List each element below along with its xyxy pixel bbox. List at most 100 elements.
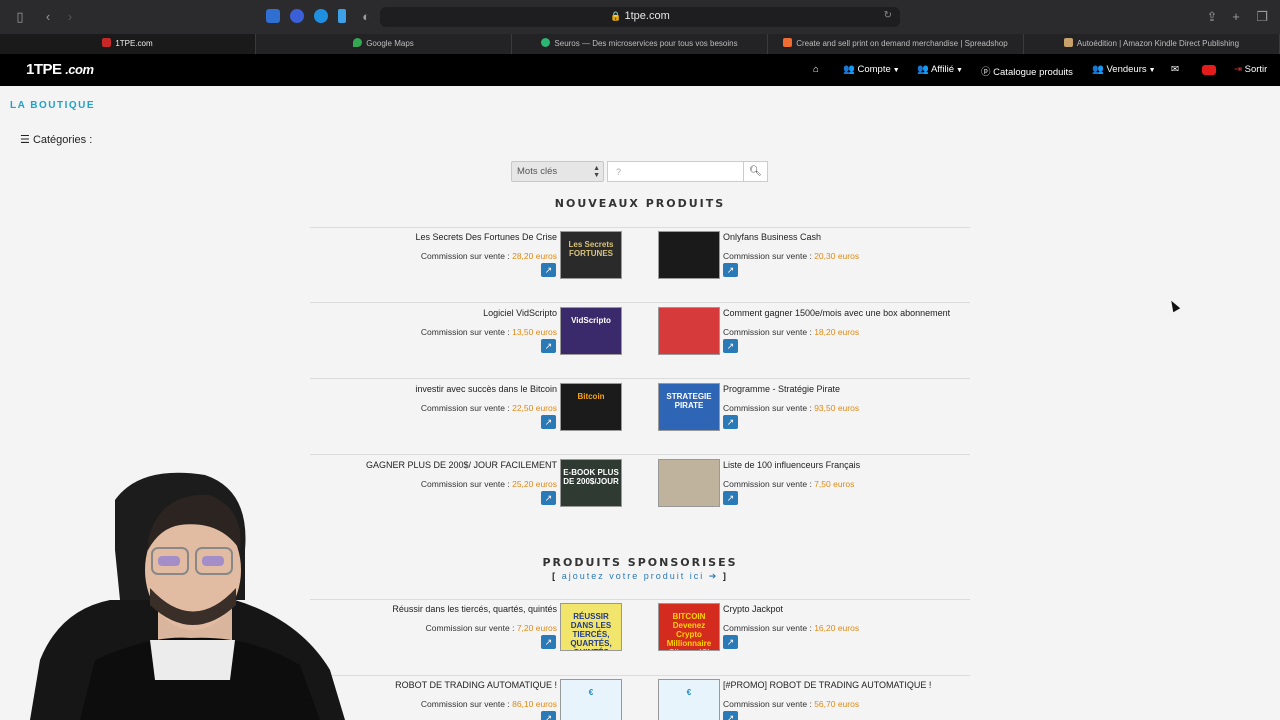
- share-icon[interactable]: ⇪: [1204, 9, 1220, 25]
- external-link-button[interactable]: ↗: [541, 263, 556, 277]
- nav-label: Sortir: [1244, 64, 1268, 75]
- external-link-button[interactable]: ↗: [723, 711, 738, 720]
- product-thumbnail[interactable]: RÉUSSIR DANS LES TIERCÉS, QUARTÉS, QUINT…: [560, 603, 622, 651]
- product-title[interactable]: Crypto Jackpot: [723, 604, 783, 614]
- product-title[interactable]: Comment gagner 1500e/mois avec une box a…: [723, 308, 950, 318]
- reload-icon[interactable]: ↻: [884, 10, 892, 21]
- envelope-icon[interactable]: ✉: [1171, 64, 1179, 75]
- external-link-button[interactable]: ↗: [723, 491, 738, 505]
- thumbnail-text: €: [588, 688, 594, 697]
- sidebar-toggle-icon[interactable]: ▯: [12, 9, 28, 25]
- commission-label: Commission sur vente :: [420, 699, 510, 709]
- product-title[interactable]: Les Secrets Des Fortunes De Crise: [415, 232, 557, 242]
- product-commission: Commission sur vente : 20,30 euros: [723, 251, 859, 261]
- product-thumbnail[interactable]: BITCOIN Devenez Crypto Millionnaire Cliq…: [658, 603, 720, 651]
- commission-price: 25,20 euros: [512, 479, 557, 489]
- back-icon[interactable]: ‹: [40, 9, 56, 25]
- external-link-button[interactable]: ↗: [541, 491, 556, 505]
- tab-spreadshop[interactable]: Create and sell print on demand merchand…: [768, 34, 1024, 54]
- tab-1tpe[interactable]: 1TPE.com: [0, 34, 256, 54]
- product-title[interactable]: Programme - Stratégie Pirate: [723, 384, 840, 394]
- external-link-button[interactable]: ↗: [541, 415, 556, 429]
- tab-kdp[interactable]: Autoédition | Amazon Kindle Direct Publi…: [1024, 34, 1280, 54]
- product-thumbnail[interactable]: VidScripto: [560, 307, 622, 355]
- tab-overview-icon[interactable]: ❐: [1254, 9, 1270, 25]
- product-commission: Commission sur vente : 22,50 euros: [421, 403, 557, 413]
- home-icon[interactable]: ⌂: [813, 64, 819, 75]
- product-title[interactable]: Onlyfans Business Cash: [723, 232, 821, 242]
- search-type-select[interactable]: Mots clés ▲ ▼: [511, 161, 604, 182]
- product-thumbnail[interactable]: E-BOOK PLUS DE 200$/JOUR: [560, 459, 622, 507]
- nav-vendeurs[interactable]: 👥 Vendeurs ▼: [1092, 64, 1156, 75]
- extension-password-icon[interactable]: [290, 9, 304, 23]
- new-tab-icon[interactable]: +: [1228, 9, 1244, 25]
- external-link-icon: ↗: [544, 341, 553, 351]
- nav-label: Catalogue produits: [993, 67, 1073, 78]
- external-link-icon: ↗: [726, 417, 735, 427]
- caret-down-icon: ▼: [892, 67, 900, 74]
- address-bar[interactable]: 🔒 1tpe.com ↻: [380, 7, 900, 27]
- product-thumbnail[interactable]: [658, 307, 720, 355]
- thumbnail-text: VidScripto: [571, 316, 611, 325]
- divider: [310, 302, 970, 303]
- product-title[interactable]: GAGNER PLUS DE 200$/ JOUR FACILEMENT: [366, 460, 557, 470]
- product-title[interactable]: ROBOT DE TRADING AUTOMATIQUE !: [395, 680, 557, 690]
- tab-label: 1TPE.com: [115, 39, 153, 48]
- external-link-icon: ↗: [544, 637, 553, 647]
- list-icon: ☰: [20, 134, 30, 146]
- product-title[interactable]: investir avec succès dans le Bitcoin: [415, 384, 557, 394]
- product-commission: Commission sur vente : 93,50 euros: [723, 403, 859, 413]
- product-commission: Commission sur vente : 7,20 euros: [426, 623, 557, 633]
- select-value: Mots clés: [517, 166, 558, 177]
- lock-icon: 🔒: [610, 11, 622, 21]
- external-link-button[interactable]: ↗: [723, 263, 738, 277]
- product-title[interactable]: Liste de 100 influenceurs Français: [723, 460, 860, 470]
- product-thumbnail[interactable]: €: [658, 679, 720, 720]
- external-link-button[interactable]: ↗: [541, 711, 556, 720]
- site-logo[interactable]: 1TPE .com: [26, 61, 94, 78]
- external-link-button[interactable]: ↗: [723, 339, 738, 353]
- product-thumbnail[interactable]: [658, 459, 720, 507]
- search-input[interactable]: ?: [607, 161, 744, 182]
- caret-down-icon: ▼: [956, 67, 963, 74]
- tab-google-maps[interactable]: Google Maps: [256, 34, 512, 54]
- commission-label: Commission sur vente :: [420, 479, 510, 489]
- nav-sortir[interactable]: ⇥ Sortir: [1234, 64, 1267, 75]
- nav-catalogue[interactable]: ⓟ Catalogue produits: [981, 64, 1073, 78]
- product-thumbnail[interactable]: STRATEGIE PIRATE: [658, 383, 720, 431]
- external-link-button[interactable]: ↗: [541, 339, 556, 353]
- section-label: LA BOUTIQUE: [10, 100, 96, 111]
- extension-w-icon[interactable]: [266, 9, 280, 23]
- commission-label: Commission sur vente :: [420, 403, 510, 413]
- product-thumbnail[interactable]: [658, 231, 720, 279]
- nav-compte[interactable]: 👥 Compte ▼: [843, 64, 900, 75]
- product-commission: Commission sur vente : 25,20 euros: [421, 479, 557, 489]
- thumbnail-text: E-BOOK PLUS DE 200$/JOUR: [563, 468, 619, 486]
- product-title[interactable]: Réussir dans les tiercés, quartés, quint…: [392, 604, 557, 614]
- thumbnail-text: RÉUSSIR DANS LES TIERCÉS, QUARTÉS, QUINT…: [570, 612, 612, 650]
- forward-icon[interactable]: ›: [62, 9, 78, 25]
- categories-toggle[interactable]: ☰ Catégories :: [20, 133, 92, 146]
- nav-label: Affilié: [930, 64, 955, 75]
- product-thumbnail[interactable]: Bitcoin: [560, 383, 622, 431]
- product-title[interactable]: Logiciel VidScripto: [483, 308, 557, 318]
- nav-affilie[interactable]: 👥 Affilié ▼: [917, 64, 963, 75]
- extension-pen-icon[interactable]: [338, 9, 346, 23]
- external-link-icon: ↗: [726, 713, 735, 720]
- external-link-button[interactable]: ↗: [541, 635, 556, 649]
- new-products-title: NOUVEAUX PRODUITS: [554, 197, 726, 210]
- tab-label: Seuros — Des microservices pour tous vos…: [554, 39, 738, 48]
- product-thumbnail[interactable]: €: [560, 679, 622, 720]
- product-thumbnail[interactable]: Les Secrets FORTUNES: [560, 231, 622, 279]
- extension-globe-icon[interactable]: [314, 9, 328, 23]
- external-link-button[interactable]: ↗: [723, 415, 738, 429]
- external-link-icon: ↗: [726, 493, 735, 503]
- product-title[interactable]: [#PROMO] ROBOT DE TRADING AUTOMATIQUE !: [723, 680, 931, 690]
- nav-label: Compte: [857, 64, 891, 75]
- external-link-button[interactable]: ↗: [723, 635, 738, 649]
- youtube-icon[interactable]: [1202, 65, 1216, 75]
- shield-icon[interactable]: ◐: [358, 9, 374, 25]
- search-button[interactable]: 🔍︎: [743, 161, 768, 182]
- tab-seuros[interactable]: Seuros — Des microservices pour tous vos…: [512, 34, 768, 54]
- mouse-cursor-icon: [1167, 298, 1181, 313]
